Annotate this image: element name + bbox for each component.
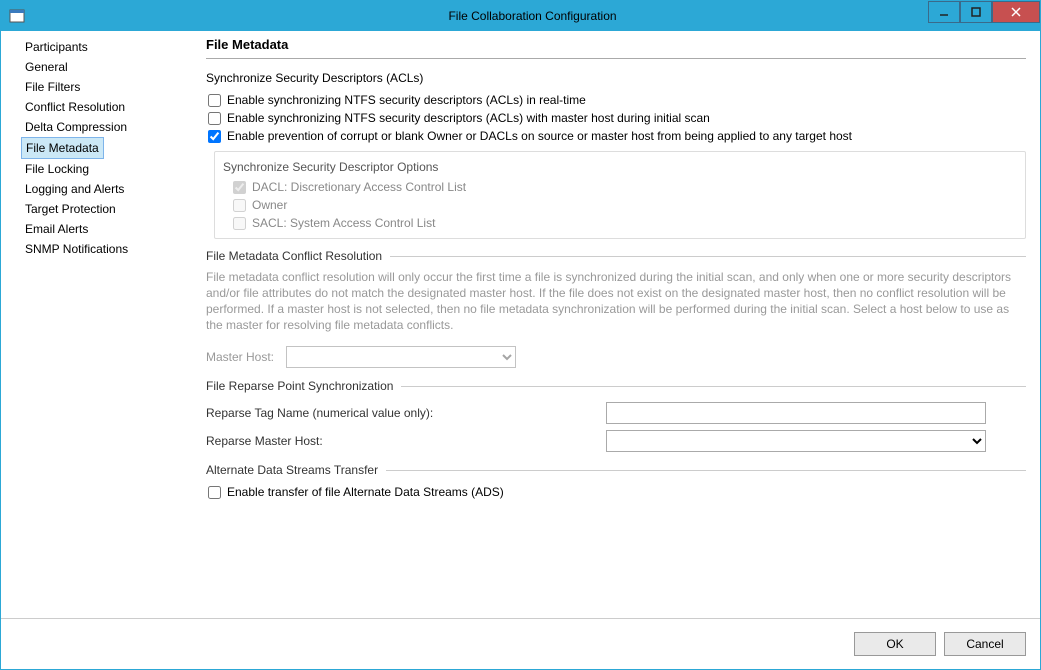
reparse-tag-label: Reparse Tag Name (numerical value only): [206, 406, 466, 420]
acl-group-title: Synchronize Security Descriptors (ACLs) [206, 71, 1026, 85]
cb-owner-input [233, 199, 246, 212]
cancel-button[interactable]: Cancel [944, 632, 1026, 656]
cb-dacl-label: DACL: Discretionary Access Control List [252, 180, 466, 194]
cb-acl-initialscan-input[interactable] [208, 112, 221, 125]
master-host-label: Master Host: [206, 350, 276, 364]
cb-sacl-input [233, 217, 246, 230]
app-icon [9, 8, 25, 24]
cb-sacl: SACL: System Access Control List [231, 214, 1017, 232]
titlebar: File Collaboration Configuration [1, 1, 1040, 31]
cb-acl-realtime-label: Enable synchronizing NTFS security descr… [227, 93, 586, 107]
sidebar-item-email-alerts[interactable]: Email Alerts [21, 219, 196, 239]
sidebar-item-logging-and-alerts[interactable]: Logging and Alerts [21, 179, 196, 199]
cb-ads-label: Enable transfer of file Alternate Data S… [227, 485, 504, 499]
close-button[interactable] [992, 1, 1040, 23]
ads-title: Alternate Data Streams Transfer [206, 463, 378, 477]
reparse-tag-input[interactable] [606, 402, 986, 424]
cb-owner: Owner [231, 196, 1017, 214]
reparse-host-select[interactable] [606, 430, 986, 452]
master-host-select [286, 346, 516, 368]
sync-descriptor-title: Synchronize Security Descriptor Options [223, 160, 1017, 174]
sync-descriptor-options: Synchronize Security Descriptor Options … [214, 151, 1026, 239]
config-window: File Collaboration Configuration Partici… [0, 0, 1041, 670]
sidebar-item-snmp-notifications[interactable]: SNMP Notifications [21, 239, 196, 259]
cb-prevent-corrupt-input[interactable] [208, 130, 221, 143]
cb-acl-initialscan-label: Enable synchronizing NTFS security descr… [227, 111, 710, 125]
dialog-footer: OK Cancel [1, 619, 1040, 669]
maximize-button[interactable] [960, 1, 992, 23]
sidebar-item-participants[interactable]: Participants [21, 37, 196, 57]
cb-acl-realtime-input[interactable] [208, 94, 221, 107]
sidebar-item-delta-compression[interactable]: Delta Compression [21, 117, 196, 137]
reparse-host-label: Reparse Master Host: [206, 434, 466, 448]
cb-acl-initialscan[interactable]: Enable synchronizing NTFS security descr… [206, 109, 1026, 127]
window-title: File Collaboration Configuration [25, 9, 1040, 23]
cb-acl-realtime[interactable]: Enable synchronizing NTFS security descr… [206, 91, 1026, 109]
cb-dacl-input [233, 181, 246, 194]
cb-ads-input[interactable] [208, 486, 221, 499]
cb-sacl-label: SACL: System Access Control List [252, 216, 435, 230]
sidebar-item-target-protection[interactable]: Target Protection [21, 199, 196, 219]
sidebar-item-file-metadata[interactable]: File Metadata [21, 137, 104, 159]
main-panel: File Metadata Synchronize Security Descr… [196, 31, 1040, 618]
conflict-desc: File metadata conflict resolution will o… [206, 269, 1026, 333]
sidebar-item-file-locking[interactable]: File Locking [21, 159, 196, 179]
sidebar-item-general[interactable]: General [21, 57, 196, 77]
reparse-title: File Reparse Point Synchronization [206, 379, 393, 393]
sidebar: ParticipantsGeneralFile FiltersConflict … [1, 31, 196, 618]
conflict-title: File Metadata Conflict Resolution [206, 249, 382, 263]
cb-dacl: DACL: Discretionary Access Control List [231, 178, 1017, 196]
minimize-button[interactable] [928, 1, 960, 23]
ok-button[interactable]: OK [854, 632, 936, 656]
sidebar-item-conflict-resolution[interactable]: Conflict Resolution [21, 97, 196, 117]
sidebar-item-file-filters[interactable]: File Filters [21, 77, 196, 97]
page-title: File Metadata [206, 37, 1026, 59]
cb-owner-label: Owner [252, 198, 287, 212]
window-controls [928, 1, 1040, 23]
cb-prevent-corrupt-label: Enable prevention of corrupt or blank Ow… [227, 129, 852, 143]
cb-prevent-corrupt[interactable]: Enable prevention of corrupt or blank Ow… [206, 127, 1026, 145]
cb-ads[interactable]: Enable transfer of file Alternate Data S… [206, 483, 1026, 501]
